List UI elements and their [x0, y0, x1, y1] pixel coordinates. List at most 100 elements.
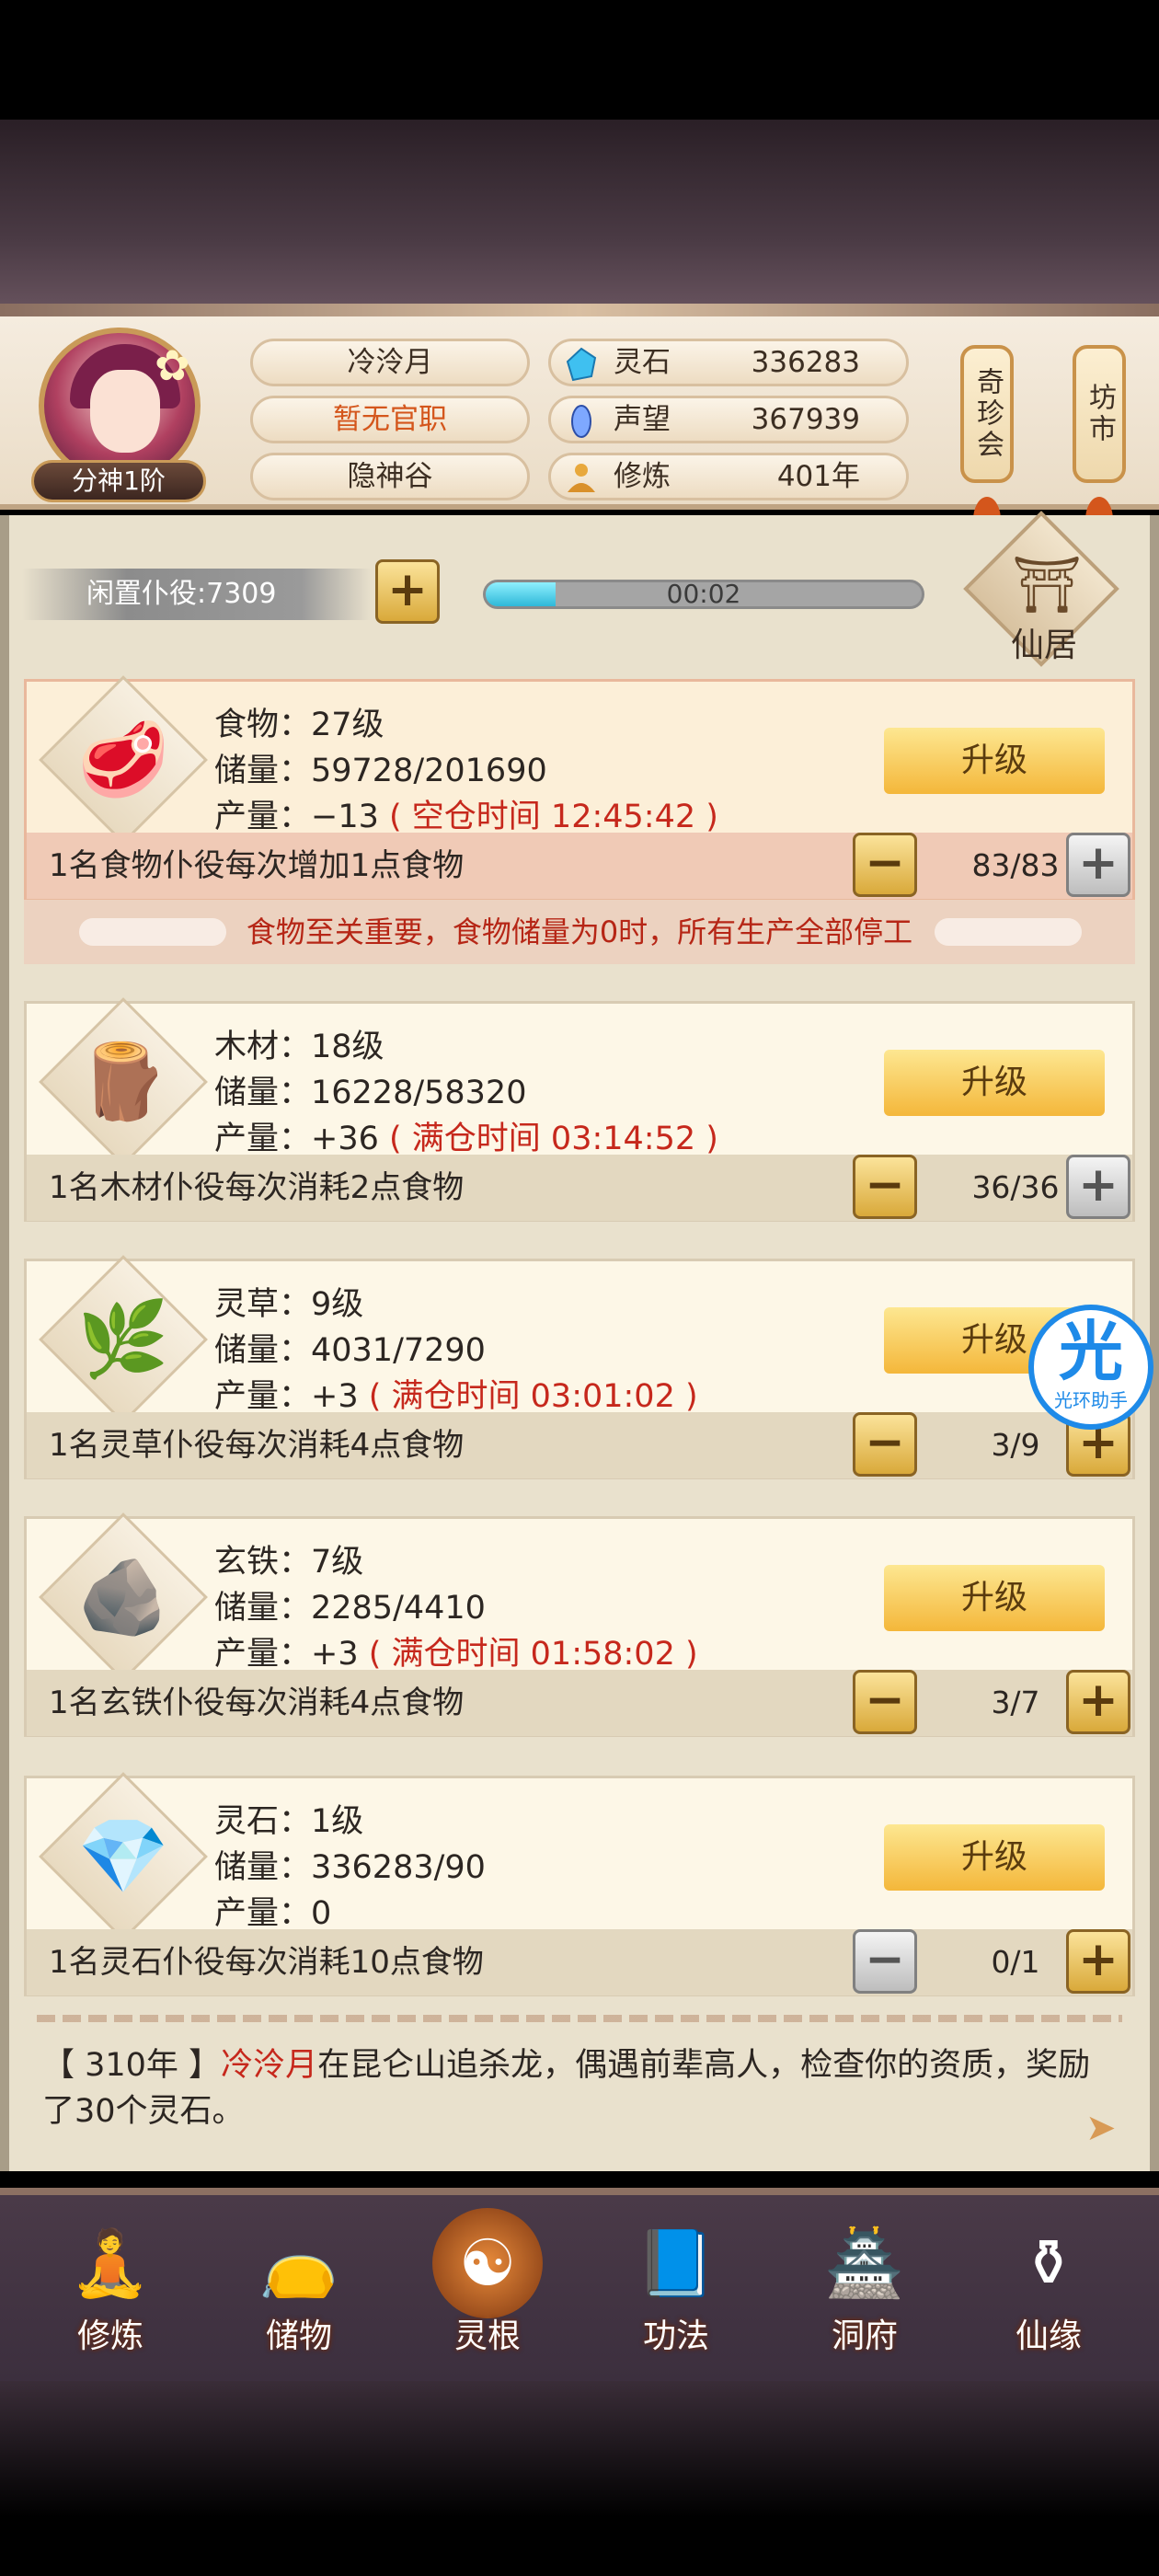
resource-card-wood: 🪵 木材：18级 储量：16228/58320 产量：+36 ( 满仓时间 03…	[24, 997, 1135, 1222]
worker-text: 1名食物仆役每次增加1点食物	[49, 847, 465, 884]
worker-text: 1名灵草仆役每次消耗4点食物	[49, 1427, 465, 1464]
card-name: 食物：27级	[214, 707, 384, 743]
player-sect: 隐神谷	[250, 453, 530, 500]
upgrade-button[interactable]: 升级	[884, 728, 1105, 794]
resource-spirit-stone: 灵石 336283	[548, 339, 909, 386]
card-storage: 储量：336283/90	[214, 1849, 486, 1886]
output-value: 产量：+3	[214, 1636, 359, 1673]
gourd-icon: ⚱	[1021, 2225, 1076, 2301]
worker-count: 3/7	[991, 1685, 1040, 1720]
pagoda-icon: ⛩	[1012, 553, 1083, 617]
worker-count: 3/9	[991, 1427, 1040, 1463]
nav-storage[interactable]: 👝 储物	[235, 2208, 363, 2383]
output-note: ( 满仓时间 03:01:02 )	[368, 1378, 698, 1415]
nav-spirit-root[interactable]: ☯ 灵根	[423, 2208, 552, 2383]
card-output: 产量：+3 ( 满仓时间 03:01:02 )	[214, 1370, 698, 1417]
event-name: 冷泠月	[221, 2047, 318, 2084]
decrease-worker-button[interactable]: −	[853, 1155, 917, 1219]
ornament-divider	[37, 2015, 1122, 2022]
card-output: 产量：−13 ( 空仓时间 12:45:42 )	[214, 790, 718, 837]
resource-card-iron: 🪨 玄铁：7级 储量：2285/4410 产量：+3 ( 满仓时间 01:58:…	[24, 1512, 1135, 1737]
output-value: 产量：0	[214, 1895, 332, 1932]
output-note: ( 满仓时间 01:58:02 )	[368, 1636, 698, 1673]
output-note: ( 满仓时间 03:14:52 )	[389, 1121, 718, 1157]
halo-assistant-label: 光环助手	[1054, 1389, 1128, 1411]
top-decor-band	[0, 120, 1159, 317]
increase-worker-button[interactable]: +	[1066, 1929, 1130, 1994]
add-servant-button[interactable]: +	[375, 559, 440, 624]
nav-label: 仙缘	[1015, 2317, 1082, 2355]
resource-card-herb: 🌿 灵草：9级 储量：4031/7290 产量：+3 ( 满仓时间 03:01:…	[24, 1255, 1135, 1479]
meat-icon: 🥩	[77, 717, 169, 802]
card-output: 产量：+36 ( 满仓时间 03:14:52 )	[214, 1112, 718, 1159]
nav-label: 修炼	[76, 2317, 143, 2355]
worker-row: 1名食物仆役每次增加1点食物 − 83/83 +	[27, 833, 1132, 899]
card-output: 产量：+3 ( 满仓时间 01:58:02 )	[214, 1627, 698, 1674]
card-storage: 储量：2285/4410	[214, 1590, 486, 1627]
reputation-icon	[571, 405, 591, 438]
cultivate-icon: 🧘	[70, 2225, 151, 2301]
resource-label: 灵石	[614, 346, 671, 379]
nav-label: 洞府	[831, 2317, 898, 2355]
decrease-worker-button[interactable]: −	[853, 833, 917, 897]
treasure-fair-button[interactable]: 奇珍会	[960, 345, 1014, 483]
card-storage: 储量：59728/201690	[214, 753, 547, 789]
wood-icon: 🪵	[77, 1039, 169, 1124]
nav-cultivate[interactable]: 🧘 修炼	[46, 2208, 175, 2383]
halo-assistant-badge[interactable]: 光 光环助手	[1028, 1305, 1153, 1430]
resource-value: 401年	[776, 460, 860, 493]
player-avatar[interactable]: ✿ 分神1阶	[31, 322, 206, 506]
progress-timer: 00:02	[666, 580, 741, 609]
resource-value: 336283	[751, 346, 860, 379]
output-value: 产量：+36	[214, 1121, 379, 1157]
storage-bag-icon: 👝	[258, 2225, 339, 2301]
next-arrow-icon[interactable]: ➤	[1085, 2107, 1122, 2149]
output-value: 产量：−13	[214, 799, 379, 835]
nav-label: 灵根	[453, 2317, 521, 2355]
resource-card-spirit-stone: 💎 灵石：1级 储量：336283/90 产量：0 升级 1名灵石仆役每次消耗1…	[24, 1772, 1135, 1996]
scroll-book-icon: 📘	[636, 2225, 717, 2301]
top-black-band	[0, 0, 1159, 120]
worker-count: 36/36	[971, 1169, 1060, 1205]
increase-worker-button[interactable]: +	[1066, 833, 1130, 897]
resource-label: 修炼	[614, 460, 671, 493]
warning-text: 食物至关重要，食物储量为0时，所有生产全部停工	[246, 914, 913, 949]
decrease-worker-button[interactable]: −	[853, 1670, 917, 1734]
cave-palace-icon: 🏯	[824, 2225, 905, 2301]
increase-worker-button[interactable]: +	[1066, 1155, 1130, 1219]
official-title: 暂无官职	[250, 396, 530, 443]
worker-row: 1名木材仆役每次消耗2点食物 − 36/36 +	[27, 1155, 1132, 1221]
upgrade-button[interactable]: 升级	[884, 1565, 1105, 1631]
nav-cave-palace[interactable]: 🏯 洞府	[800, 2208, 929, 2383]
spirit-stone-icon	[566, 347, 597, 382]
decrease-worker-button[interactable]: −	[853, 1412, 917, 1477]
worker-count: 83/83	[971, 847, 1060, 883]
worker-row: 1名灵石仆役每次消耗10点食物 − 0/1 +	[27, 1929, 1132, 1995]
card-storage: 储量：4031/7290	[214, 1332, 486, 1369]
output-value: 产量：+3	[214, 1378, 359, 1415]
worker-text: 1名木材仆役每次消耗2点食物	[49, 1169, 465, 1206]
decrease-worker-button[interactable]: −	[853, 1929, 917, 1994]
idle-servants: 闲置仆役:7309	[22, 569, 372, 620]
iron-ore-icon: 🪨	[77, 1554, 169, 1639]
halo-assistant-icon: 光	[1059, 1314, 1123, 1389]
xianju-label[interactable]: 仙居	[975, 618, 1113, 664]
resource-value: 367939	[751, 403, 860, 436]
nav-technique[interactable]: 📘 功法	[612, 2208, 740, 2383]
upgrade-button[interactable]: 升级	[884, 1050, 1105, 1116]
production-progress: 00:02	[483, 580, 924, 609]
card-name: 木材：18级	[214, 1029, 384, 1065]
rank-badge: 分神1阶	[31, 460, 206, 502]
increase-worker-button[interactable]: +	[1066, 1670, 1130, 1734]
worker-count: 0/1	[991, 1944, 1040, 1980]
market-button[interactable]: 坊市	[1073, 345, 1126, 483]
card-output: 产量：0	[214, 1887, 331, 1934]
top-trim	[0, 304, 1159, 316]
card-name: 灵石：1级	[214, 1803, 364, 1840]
meditation-icon	[568, 464, 595, 492]
upgrade-button[interactable]: 升级	[884, 1824, 1105, 1891]
resource-card-food: 🥩 食物：27级 储量：59728/201690 产量：−13 ( 空仓时间 1…	[24, 675, 1135, 900]
food-warning: 食物至关重要，食物储量为0时，所有生产全部停工	[24, 900, 1135, 964]
nav-fate[interactable]: ⚱ 仙缘	[984, 2208, 1113, 2383]
herb-icon: 🌿	[77, 1296, 169, 1382]
